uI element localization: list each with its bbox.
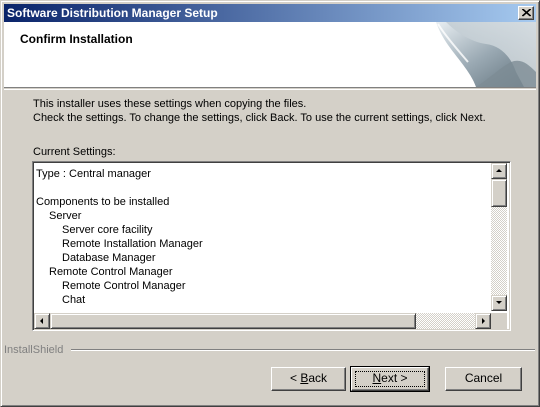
back-button[interactable]: < Back <box>271 367 346 391</box>
settings-line: Database Manager <box>62 252 156 264</box>
page-title: Confirm Installation <box>20 32 133 46</box>
triangle-up-icon <box>496 169 502 172</box>
settings-line: Remote Control Manager <box>62 280 186 292</box>
footer-separator <box>71 349 535 351</box>
close-icon <box>522 9 531 17</box>
installshield-brand: InstallShield <box>4 344 64 356</box>
focus-rectangle <box>355 371 425 387</box>
horizontal-scroll-thumb[interactable] <box>50 313 416 329</box>
settings-line: Server core facility <box>62 224 153 236</box>
scrollbar-corner <box>491 313 507 329</box>
settings-line: Remote Control Manager <box>49 266 173 278</box>
horizontal-scrollbar[interactable] <box>34 313 491 329</box>
installshield-logo <box>436 22 536 87</box>
header-panel: Confirm Installation <box>4 22 536 88</box>
triangle-right-icon <box>482 318 485 324</box>
triangle-down-icon <box>496 301 502 304</box>
settings-line <box>36 181 203 195</box>
intro-line-1: This installer uses these settings when … <box>33 98 307 110</box>
vertical-scrollbar[interactable] <box>491 163 507 311</box>
scroll-left-button[interactable] <box>34 313 50 329</box>
header-divider <box>4 89 536 90</box>
intro-line-2: Check the settings. To change the settin… <box>33 112 486 124</box>
current-settings-textbox[interactable]: Type : Central manager Components to be … <box>32 161 511 331</box>
settings-line: Components to be installed <box>36 196 170 208</box>
settings-lines: Type : Central manager Components to be … <box>36 167 203 307</box>
scroll-right-button[interactable] <box>475 313 491 329</box>
settings-line: Chat <box>62 294 86 306</box>
scroll-down-button[interactable] <box>491 295 507 311</box>
scroll-up-button[interactable] <box>491 163 507 179</box>
back-rest: ack <box>308 371 328 385</box>
setup-dialog: Software Distribution Manager Setup Conf… <box>0 0 540 407</box>
current-settings-label: Current Settings: <box>33 146 116 158</box>
vertical-scroll-thumb[interactable] <box>491 179 507 207</box>
cancel-button[interactable]: Cancel <box>445 367 522 391</box>
back-prefix: < <box>289 371 301 385</box>
next-button[interactable]: Next > <box>350 366 430 392</box>
settings-line: Server <box>49 210 82 222</box>
settings-line: Type : Central manager <box>36 168 151 180</box>
close-button[interactable] <box>518 6 534 20</box>
title-bar[interactable]: Software Distribution Manager Setup <box>4 4 536 22</box>
window-title: Software Distribution Manager Setup <box>7 6 218 20</box>
intro-text: This installer uses these settings when … <box>33 97 486 125</box>
triangle-left-icon <box>40 318 43 324</box>
settings-line: Remote Installation Manager <box>62 238 203 250</box>
